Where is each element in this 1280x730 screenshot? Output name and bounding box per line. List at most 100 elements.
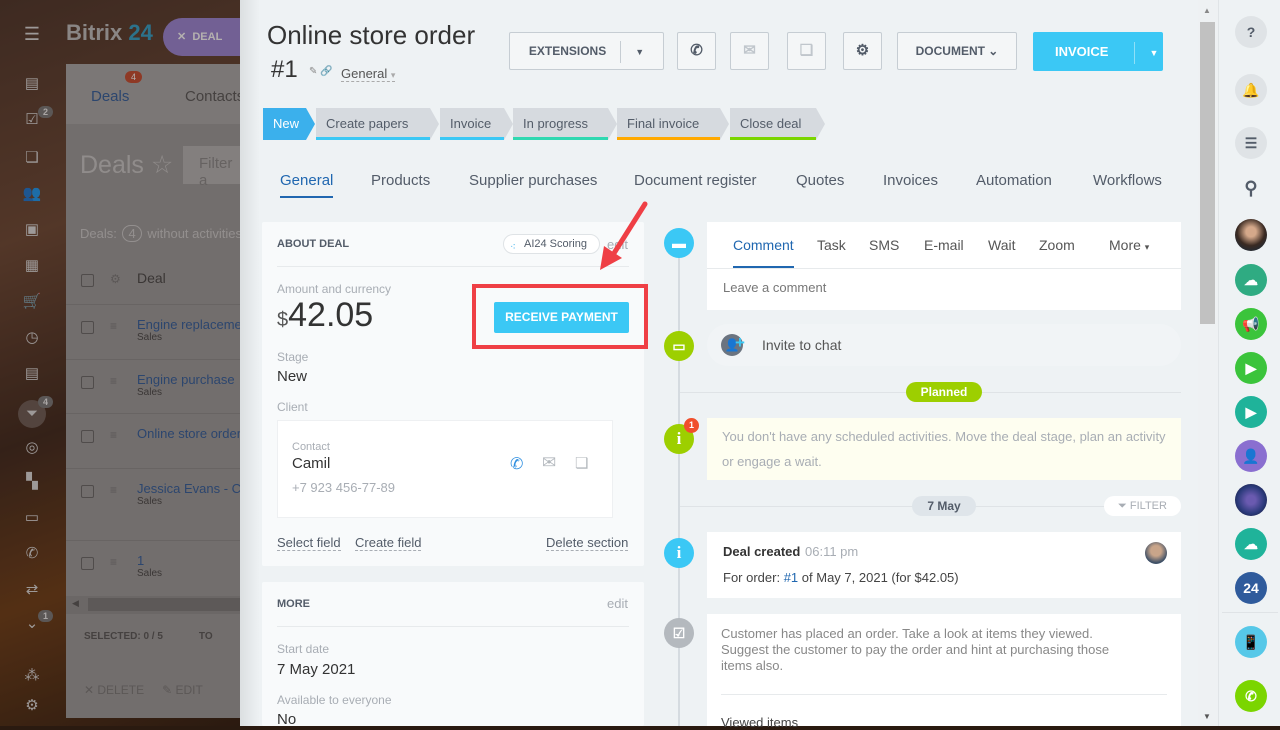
divider <box>277 626 629 627</box>
cloud-clock-icon[interactable]: ☁ <box>1235 528 1267 560</box>
order-line: For order: #1 of May 7, 2021 (for $42.05… <box>723 570 959 585</box>
user-avatar[interactable] <box>1145 542 1167 564</box>
bell-icon[interactable]: 🔔 <box>1235 74 1267 106</box>
envelope-icon: ✉ <box>743 42 756 59</box>
timeline-line <box>678 240 680 726</box>
client-field-label: Client <box>277 400 308 414</box>
create-field-link[interactable]: Create field <box>355 535 422 551</box>
scroll-down-icon[interactable]: ▼ <box>1203 712 1211 721</box>
tab-automation[interactable]: Automation <box>976 172 1052 189</box>
divider <box>721 694 1167 695</box>
delete-section-link[interactable]: Delete section <box>546 535 629 551</box>
viewed-items-label: Viewed items <box>721 715 799 730</box>
email-button[interactable]: ✉ <box>730 32 769 70</box>
more-label: More <box>1109 237 1141 253</box>
about-deal-header: ABOUT DEAL <box>277 238 350 250</box>
stage-final-invoice[interactable]: Final invoice <box>617 108 729 140</box>
group-avatar[interactable] <box>1235 484 1267 516</box>
stage-in-progress[interactable]: In progress <box>513 108 617 140</box>
chat-button[interactable]: ❏ <box>787 32 826 70</box>
tab-email[interactable]: E-mail <box>924 237 964 253</box>
comment-bubble-icon: ▬ <box>664 228 694 258</box>
document-button[interactable]: DOCUMENT ⌄ <box>897 32 1017 70</box>
category-selector[interactable]: General ▾ <box>341 66 396 82</box>
stage-new[interactable]: New <box>263 108 315 140</box>
caret-down-icon: ▾ <box>1144 242 1150 252</box>
divider <box>707 268 1181 269</box>
scroll-up-icon[interactable]: ▲ <box>1203 6 1211 15</box>
contact-label: Contact <box>292 441 330 453</box>
invoice-button[interactable]: INVOICE ▼ <box>1033 32 1163 71</box>
stage-label: Invoice <box>450 116 492 131</box>
user-icon[interactable]: 👤 <box>1235 440 1267 472</box>
deal-number[interactable]: #1 <box>271 56 298 84</box>
video-call-icon[interactable]: ▶ <box>1235 396 1267 428</box>
about-edit-link[interactable]: edit <box>607 237 628 252</box>
help-icon[interactable]: ? <box>1235 16 1267 48</box>
caret-down-icon[interactable]: ▼ <box>635 47 644 57</box>
invite-to-chat-button[interactable]: 👤 + Invite to chat <box>707 324 1181 366</box>
edit-pencil-icon[interactable]: ✎ 🔗 <box>309 66 333 77</box>
contact-chat-icon[interactable]: ❏ <box>575 454 588 472</box>
cloud-icon[interactable]: ☁ <box>1235 264 1267 296</box>
stage-field-value: New <box>277 368 308 385</box>
tab-invoices[interactable]: Invoices <box>883 172 938 189</box>
stage-close-deal[interactable]: Close deal <box>730 108 825 140</box>
slider-shadow <box>240 0 260 726</box>
tab-products[interactable]: Products <box>371 172 430 189</box>
overlay <box>0 0 260 726</box>
chevron-down-icon: ▾ <box>390 70 396 80</box>
tab-sms[interactable]: SMS <box>869 237 899 253</box>
tab-task[interactable]: Task <box>817 237 846 253</box>
date-pill: 7 May <box>912 496 976 516</box>
contact-phone[interactable]: +7 923 456-77-89 <box>292 480 395 495</box>
contact-name[interactable]: Camil <box>292 455 330 472</box>
chevron-down-icon: ⌄ <box>988 44 999 58</box>
more-edit-link[interactable]: edit <box>607 596 628 611</box>
settings-button[interactable]: ⚙ <box>843 32 882 70</box>
caret-down-icon[interactable]: ▼ <box>1149 48 1158 58</box>
filter-button[interactable]: ⏷ FILTER <box>1104 496 1181 516</box>
ai-scoring-button[interactable]: ⁖ AI24 Scoring <box>503 234 600 254</box>
info-icon: i <box>664 538 694 568</box>
scrollbar-thumb[interactable] <box>1200 22 1215 324</box>
tab-quotes[interactable]: Quotes <box>796 172 844 189</box>
contact-call-icon[interactable]: ✆ <box>510 454 523 474</box>
search-icon[interactable]: ⚲ <box>1235 172 1267 204</box>
tab-document-register[interactable]: Document register <box>634 172 757 189</box>
invoice-label: INVOICE <box>1055 44 1109 59</box>
phone-icon: ✆ <box>690 42 703 59</box>
tab-general[interactable]: General <box>280 172 334 198</box>
more-header: MORE <box>277 598 310 610</box>
video-icon[interactable]: ▶ <box>1235 352 1267 384</box>
open-channels-icon[interactable]: ☰ <box>1235 127 1267 159</box>
available-label: Available to everyone <box>277 693 392 707</box>
select-field-link[interactable]: Select field <box>277 535 341 551</box>
tab-workflows[interactable]: Workflows <box>1093 172 1162 189</box>
mobile-sync-icon[interactable]: 📱 <box>1235 626 1267 658</box>
ai-scoring-label: AI24 Scoring <box>524 238 587 250</box>
tab-zoom[interactable]: Zoom <box>1039 237 1075 253</box>
tab-wait[interactable]: Wait <box>988 237 1015 253</box>
tab-supplier-purchases[interactable]: Supplier purchases <box>469 172 597 189</box>
tab-more[interactable]: More ▾ <box>1109 237 1149 253</box>
order-link[interactable]: #1 <box>784 570 798 585</box>
tab-comment[interactable]: Comment <box>733 237 794 268</box>
phone-call-icon[interactable]: ✆ <box>1235 680 1267 712</box>
contact-email-icon[interactable]: ✉ <box>542 453 556 473</box>
stage-invoice[interactable]: Invoice <box>440 108 513 140</box>
stage-create-papers[interactable]: Create papers <box>316 108 439 140</box>
slider-scrollbar[interactable]: ▲ ▼ <box>1198 0 1218 726</box>
chat-bubbles-icon: ❏ <box>799 42 814 59</box>
invite-label: Invite to chat <box>762 337 842 353</box>
extensions-button[interactable]: EXTENSIONS ▼ <box>509 32 664 70</box>
call-button[interactable]: ✆ <box>677 32 716 70</box>
extensions-label: EXTENSIONS <box>528 44 607 58</box>
stage-field-label: Stage <box>277 350 309 364</box>
user-avatar[interactable] <box>1235 219 1267 251</box>
bitrix24-icon[interactable]: 24 <box>1235 572 1267 604</box>
deal-title[interactable]: Online store order <box>267 20 475 51</box>
comment-input[interactable]: Leave a comment <box>723 280 826 295</box>
megaphone-icon[interactable]: 📢 <box>1235 308 1267 340</box>
plus-icon: + <box>735 333 745 352</box>
